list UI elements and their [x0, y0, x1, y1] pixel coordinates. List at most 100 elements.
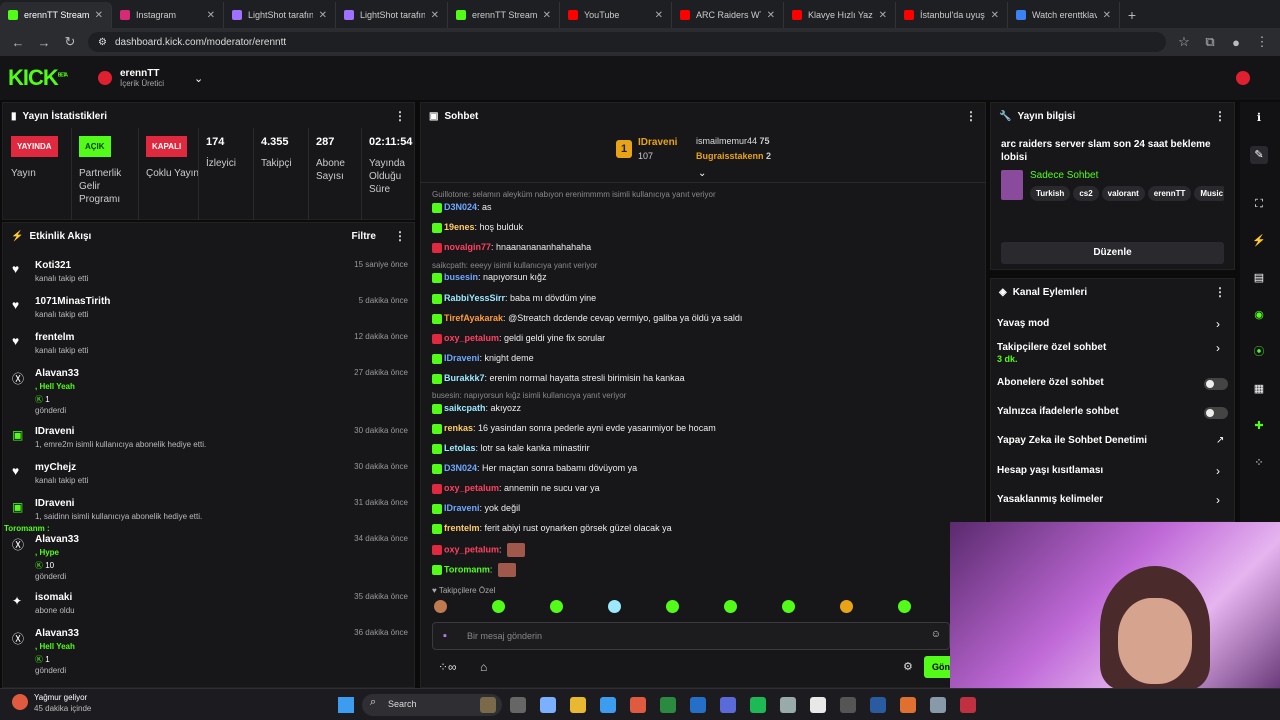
close-icon[interactable]: ✕	[319, 10, 327, 21]
channel-action-item[interactable]: Yavaş mod	[997, 318, 1049, 329]
gifter-2[interactable]: ismailmemur44 75	[696, 136, 770, 146]
activity-username[interactable]: Alavan33	[35, 628, 79, 639]
channel-action-item[interactable]: Takipçilere özel sohbet	[997, 342, 1106, 353]
toggle-switch[interactable]	[1204, 407, 1228, 419]
info-icon[interactable]: ℹ	[1250, 109, 1268, 127]
browser-tab[interactable]: Watch erenttklav ✕	[1008, 2, 1120, 28]
activity-username[interactable]: myChejz	[35, 462, 76, 473]
chat-username[interactable]: D3N024	[444, 202, 477, 212]
quick-emote-icon[interactable]: ☺	[931, 629, 941, 640]
browser-menu-icon[interactable]: ⋮	[1254, 34, 1270, 50]
document-icon[interactable]: ▤	[1250, 269, 1268, 287]
stream-tag[interactable]: erennTT	[1147, 186, 1192, 201]
taskbar-app-icon[interactable]	[750, 697, 766, 713]
chat-username[interactable]: Toromanm	[444, 564, 490, 574]
emote-button[interactable]	[434, 600, 447, 613]
browser-tab[interactable]: Klavye Hızlı Yazm ✕	[784, 2, 896, 28]
activity-username[interactable]: Alavan33	[35, 368, 79, 379]
channel-action-item[interactable]: Abonelere özel sohbet	[997, 377, 1104, 388]
chat-username[interactable]: IDraveni	[444, 503, 480, 513]
broadcast-icon[interactable]: ⦿	[1250, 343, 1268, 361]
activity-username[interactable]: Alavan33	[35, 534, 79, 545]
points-icon[interactable]: ⁘∞	[438, 660, 457, 674]
emote-button[interactable]	[782, 600, 795, 613]
stream-tag[interactable]: cs2	[1073, 186, 1099, 201]
external-link-icon[interactable]: ↗	[1216, 435, 1224, 446]
tools-icon[interactable]: ✚	[1250, 417, 1268, 435]
windows-start-icon[interactable]	[338, 697, 354, 713]
taskbar-app-icon[interactable]	[810, 697, 826, 713]
emote-button[interactable]	[492, 600, 505, 613]
stream-tag[interactable]: valorant	[1101, 186, 1145, 201]
chat-menu-icon[interactable]: ⋮	[965, 109, 977, 123]
new-tab-button[interactable]: +	[1120, 2, 1144, 28]
flash-icon[interactable]: ⚡	[1250, 232, 1268, 250]
reload-icon[interactable]: ↻	[62, 34, 78, 50]
extensions-icon[interactable]: ⧉	[1202, 34, 1218, 50]
close-icon[interactable]: ✕	[879, 10, 887, 21]
edit-pen-icon[interactable]: ✎	[1250, 146, 1268, 164]
close-icon[interactable]: ✕	[207, 10, 215, 21]
channel-action-item[interactable]: Yasaklanmış kelimeler	[997, 494, 1103, 505]
stream-tag[interactable]: Music	[1194, 186, 1224, 201]
browser-tab[interactable]: LightShot tarafınd ✕	[224, 2, 336, 28]
close-icon[interactable]: ✕	[655, 10, 663, 21]
weather-icon[interactable]	[12, 694, 28, 710]
chat-username[interactable]: D3N024	[444, 463, 477, 473]
gifter-3[interactable]: Bugraisstakenn 2	[696, 151, 771, 161]
stream-info-menu-icon[interactable]: ⋮	[1214, 109, 1226, 123]
browser-tab[interactable]: erennTT Stream - ✕	[0, 2, 112, 28]
pin-toggle-icon[interactable]: ⌄	[698, 168, 706, 179]
chat-username[interactable]: saikcpath	[444, 403, 486, 413]
close-icon[interactable]: ✕	[543, 10, 551, 21]
chevron-right-icon[interactable]: ›	[1216, 493, 1220, 507]
activity-username[interactable]: IDraveni	[35, 426, 74, 437]
chat-username[interactable]: RabbiYessSirr	[444, 293, 505, 303]
fullscreen-icon[interactable]: ⛶	[1250, 195, 1268, 213]
chat-username[interactable]: Letolas	[444, 443, 476, 453]
emote-button[interactable]	[608, 600, 621, 613]
emote-button[interactable]	[840, 600, 853, 613]
chevron-down-icon[interactable]: ⌄	[194, 72, 203, 85]
apps-icon[interactable]: ⁘	[1250, 454, 1268, 472]
browser-tab[interactable]: YouTube ✕	[560, 2, 672, 28]
chevron-right-icon[interactable]: ›	[1216, 317, 1220, 331]
browser-tab[interactable]: LightShot tarafınd ✕	[336, 2, 448, 28]
browser-tab[interactable]: Instagram ✕	[112, 2, 224, 28]
chat-username[interactable]: 19enes	[444, 222, 475, 232]
emote-button[interactable]	[666, 600, 679, 613]
browser-tab[interactable]: ARC Raiders WTF ✕	[672, 2, 784, 28]
taskbar-app-icon[interactable]	[930, 697, 946, 713]
chat-input[interactable]: ▪ Bir mesaj gönderin ☺	[432, 622, 950, 650]
chat-username[interactable]: oxy_petalum	[444, 483, 499, 493]
taskbar-app-icon[interactable]	[600, 697, 616, 713]
chat-settings-icon[interactable]: ⚙	[903, 660, 913, 673]
store-icon[interactable]: ⌂	[480, 660, 487, 674]
chat-username[interactable]: frentelm	[444, 523, 480, 533]
chat-username[interactable]: oxy_petalum	[444, 544, 499, 554]
close-icon[interactable]: ✕	[95, 10, 103, 21]
activity-username[interactable]: frentelm	[35, 332, 74, 343]
activity-username[interactable]: 1071MinasTirith	[35, 296, 110, 307]
weather-text[interactable]: Yağmur geliyor	[34, 693, 87, 702]
taskbar-app-icon[interactable]	[630, 697, 646, 713]
user-avatar[interactable]	[1236, 71, 1250, 85]
taskbar-app-icon[interactable]	[960, 697, 976, 713]
chevron-right-icon[interactable]: ›	[1216, 464, 1220, 478]
chat-username[interactable]: IDraveni	[444, 353, 480, 363]
close-icon[interactable]: ✕	[431, 10, 439, 21]
taskbar-app-icon[interactable]	[540, 697, 556, 713]
activity-username[interactable]: IDraveni	[35, 498, 74, 509]
browser-tab[interactable]: erennTT Stream - ✕	[448, 2, 560, 28]
bookmark-star-icon[interactable]: ☆	[1176, 34, 1192, 50]
channel-switcher[interactable]: erennTT İçerik Üretici	[120, 68, 164, 88]
forward-icon[interactable]: →	[36, 35, 52, 50]
taskbar-app-icon[interactable]	[870, 697, 886, 713]
taskbar-app-icon[interactable]	[780, 697, 796, 713]
taskbar-app-icon[interactable]	[900, 697, 916, 713]
taskbar-app-icon[interactable]	[660, 697, 676, 713]
chat-username[interactable]: busesin	[444, 272, 478, 282]
channel-action-item[interactable]: Hesap yaşı kısıtlaması	[997, 465, 1103, 476]
profile-avatar[interactable]: ●	[1228, 35, 1244, 50]
chat-bubble-icon[interactable]: ◉	[1250, 306, 1268, 324]
